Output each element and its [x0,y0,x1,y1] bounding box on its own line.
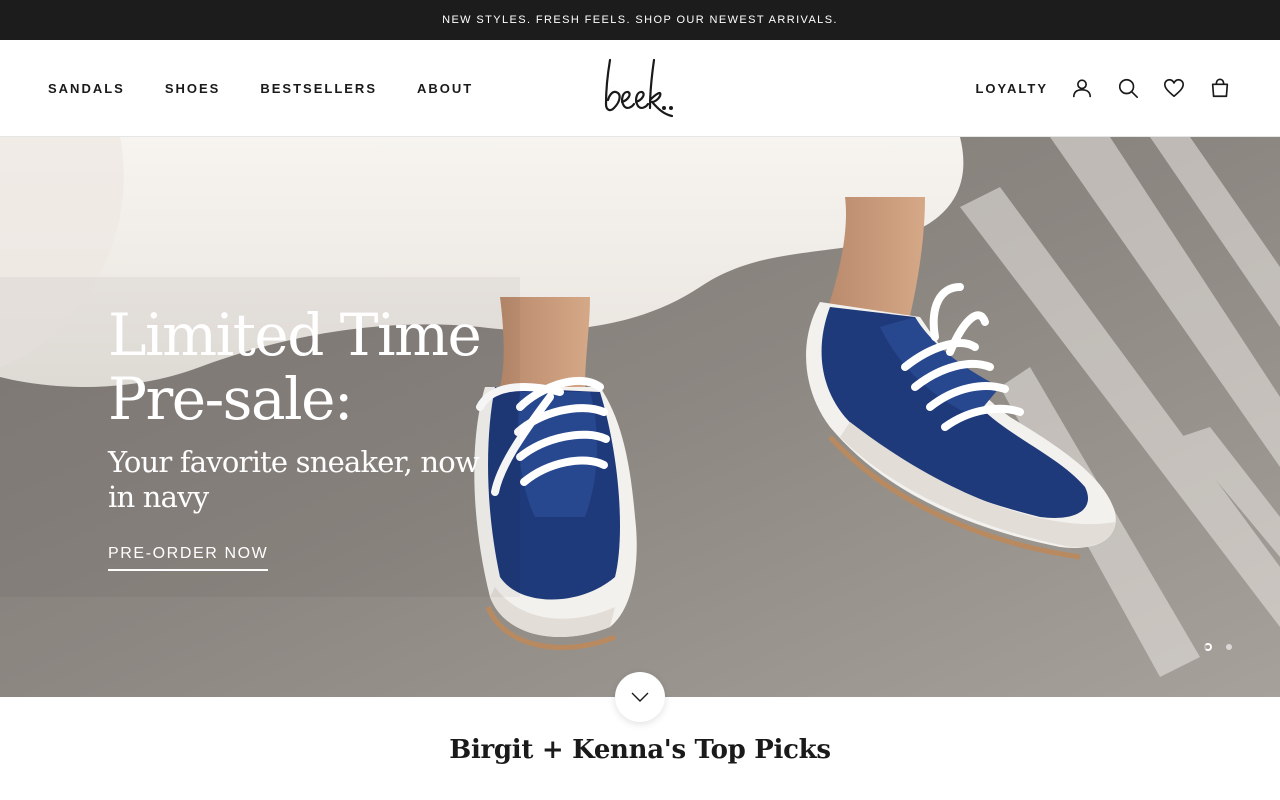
section-title: Birgit + Kenna's Top Picks [449,735,831,765]
pre-order-button[interactable]: PRE-ORDER NOW [108,545,269,571]
announcement-text: NEW STYLES. FRESH FEELS. SHOP OUR NEWEST… [442,14,838,26]
hero-subtitle: Your favorite sneaker, now in navy [108,445,480,514]
chevron-down-icon [631,692,649,702]
nav-link-sandals[interactable]: SANDALS [48,81,125,96]
utility-nav: LOYALTY [975,40,1232,136]
nav-link-shoes[interactable]: SHOES [165,81,221,96]
hero-title: Limited Time Pre-sale: [108,301,482,433]
hero-copy: Limited Time Pre-sale: Your favorite sne… [108,303,508,571]
slide-dot-2[interactable] [1226,644,1232,650]
brand-logo[interactable] [600,54,680,120]
beek-logo-wordmark [604,58,674,118]
scroll-down-button[interactable] [615,672,665,722]
account-icon[interactable] [1070,76,1094,100]
announcement-bar[interactable]: NEW STYLES. FRESH FEELS. SHOP OUR NEWEST… [0,0,1280,40]
hero-banner[interactable]: Limited Time Pre-sale: Your favorite sne… [0,137,1280,697]
primary-nav: SANDALS SHOES BESTSELLERS ABOUT [48,40,473,136]
search-icon[interactable] [1116,76,1140,100]
nav-link-bestsellers[interactable]: BESTSELLERS [260,81,377,96]
nav-link-loyalty[interactable]: LOYALTY [975,81,1048,96]
site-header: SANDALS SHOES BESTSELLERS ABOUT LOYALTY [0,40,1280,137]
wishlist-heart-icon[interactable] [1162,76,1186,100]
slide-dot-1[interactable] [1204,643,1212,651]
nav-link-about[interactable]: ABOUT [417,81,473,96]
cart-bag-icon[interactable] [1208,76,1232,100]
slideshow-pagination [1204,643,1232,651]
